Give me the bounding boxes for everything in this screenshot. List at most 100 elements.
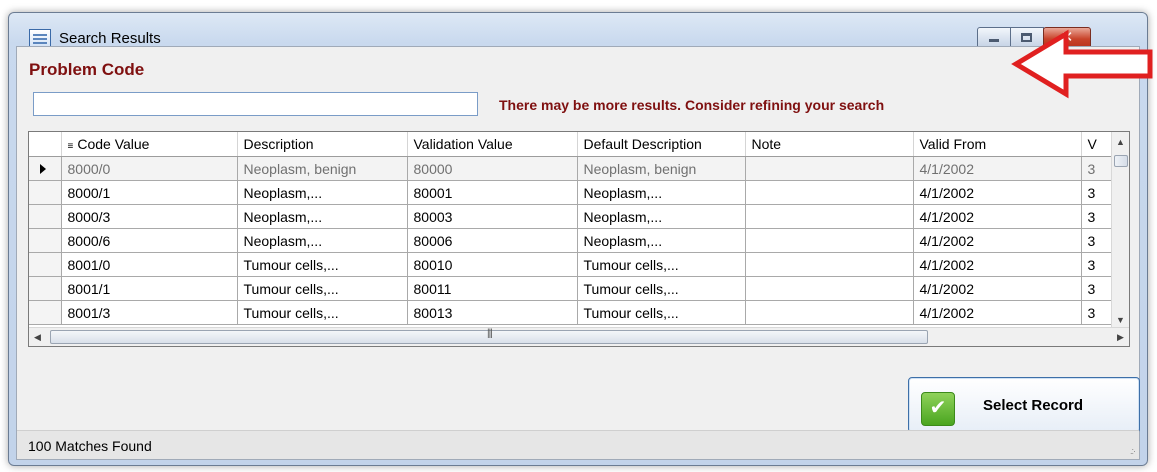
table-cell[interactable]: 8000/6 (61, 228, 238, 253)
more-results-warning: There may be more results. Consider refi… (499, 97, 885, 113)
checkmark-icon: ✔ (921, 392, 955, 426)
row-header[interactable] (29, 228, 62, 253)
table-cell[interactable]: Tumour cells,... (577, 300, 746, 325)
table-cell[interactable]: 4/1/2002 (913, 300, 1082, 325)
page-title: Problem Code (29, 60, 145, 79)
scroll-left-icon[interactable]: ◀ (29, 328, 46, 346)
table-cell[interactable]: 4/1/2002 (913, 204, 1082, 229)
table-cell[interactable]: Neoplasm,... (237, 180, 408, 205)
table-cell[interactable] (745, 180, 914, 205)
grid-body: 8000/0 Neoplasm, benign 80000 Neoplasm, ben… (29, 156, 1112, 325)
row-header[interactable] (29, 180, 62, 205)
table-cell[interactable]: 4/1/2002 (913, 252, 1082, 277)
scroll-up-icon[interactable]: ▲ (1112, 134, 1129, 151)
row-header[interactable] (29, 276, 62, 301)
table-cell[interactable]: Neoplasm, benign (577, 156, 746, 181)
vertical-scroll-thumb[interactable] (1114, 155, 1128, 167)
table-cell[interactable]: 4/1/2002 (913, 180, 1082, 205)
table-cell[interactable] (745, 276, 914, 301)
table-cell[interactable]: 80000 (407, 156, 578, 181)
table-cell[interactable]: 8000/0 (61, 156, 238, 181)
table-cell[interactable]: 8001/1 (61, 276, 238, 301)
table-cell[interactable] (745, 204, 914, 229)
table-cell[interactable] (745, 228, 914, 253)
column-header-description[interactable]: Description (237, 132, 408, 157)
table-row[interactable]: 8001/1 Tumour cells,... 80011 Tumour cells,… (29, 276, 1112, 301)
table-cell[interactable] (745, 252, 914, 277)
row-header-corner (29, 132, 62, 157)
row-header[interactable] (29, 204, 62, 229)
table-cell[interactable]: Neoplasm,... (237, 204, 408, 229)
dialog-body: Problem Code There may be more results. … (16, 46, 1140, 460)
current-row-pointer-icon (40, 164, 46, 174)
row-header[interactable] (29, 252, 62, 277)
scroll-right-icon[interactable]: ▶ (1112, 328, 1129, 346)
table-cell[interactable]: 8000/1 (61, 180, 238, 205)
table-cell[interactable] (745, 156, 914, 181)
column-header-code-value[interactable]: ≡ Code Value (61, 132, 238, 157)
results-grid[interactable]: ≡ Code Value Description Validation Value… (28, 131, 1130, 347)
table-cell[interactable]: 80010 (407, 252, 578, 277)
table-cell[interactable]: 3 (1081, 300, 1112, 325)
table-row[interactable]: 8001/3 Tumour cells,... 80013 Tumour cells,… (29, 300, 1112, 325)
table-cell[interactable]: 4/1/2002 (913, 276, 1082, 301)
resize-grip-icon[interactable]: .:· (1130, 446, 1136, 456)
search-input[interactable] (33, 92, 478, 116)
column-header-note[interactable]: Note (745, 132, 914, 157)
table-cell[interactable]: Neoplasm,... (577, 228, 746, 253)
annotation-arrow-icon (1011, 29, 1153, 99)
title-bar[interactable]: Search Results ✕ (9, 13, 1147, 49)
column-header-valid-from[interactable]: Valid From (913, 132, 1082, 157)
table-cell[interactable]: 8001/3 (61, 300, 238, 325)
column-header-validation-value[interactable]: Validation Value (407, 132, 578, 157)
horizontal-scroll-thumb[interactable]: ||| (50, 328, 928, 344)
select-record-button[interactable]: ✔ Select Record (908, 377, 1140, 433)
select-record-label: Select Record (983, 397, 1084, 414)
vertical-scrollbar[interactable]: ▲ ▼ (1111, 132, 1129, 329)
table-cell[interactable]: 4/1/2002 (913, 156, 1082, 181)
table-row[interactable]: 8000/3 Neoplasm,... 80003 Neoplasm,... 4/1/2… (29, 204, 1112, 229)
table-cell[interactable]: 8000/3 (61, 204, 238, 229)
table-cell[interactable]: 80003 (407, 204, 578, 229)
table-cell[interactable]: 3 (1081, 204, 1112, 229)
row-header[interactable] (29, 300, 62, 325)
table-cell[interactable]: 80011 (407, 276, 578, 301)
table-cell[interactable]: 3 (1081, 228, 1112, 253)
table-cell[interactable]: Tumour cells,... (237, 300, 408, 325)
table-cell[interactable]: 3 (1081, 252, 1112, 277)
table-cell[interactable]: 3 (1081, 276, 1112, 301)
window-title: Search Results (59, 30, 161, 47)
scroll-grip-icon: ||| (487, 328, 493, 339)
table-cell[interactable]: Tumour cells,... (237, 252, 408, 277)
grid-header-row: ≡ Code Value Description Validation Value… (29, 132, 1112, 157)
table-cell[interactable]: Neoplasm,... (577, 180, 746, 205)
table-cell[interactable]: 3 (1081, 156, 1112, 181)
table-cell[interactable] (745, 300, 914, 325)
table-cell[interactable]: 80001 (407, 180, 578, 205)
table-cell[interactable]: 80006 (407, 228, 578, 253)
table-cell[interactable]: Neoplasm,... (577, 204, 746, 229)
table-cell[interactable]: Neoplasm, benign (237, 156, 408, 181)
search-results-window: Search Results ✕ Problem Code There may … (8, 12, 1148, 466)
table-row[interactable]: 8000/0 Neoplasm, benign 80000 Neoplasm, ben… (29, 156, 1112, 181)
table-cell[interactable]: 80013 (407, 300, 578, 325)
table-cell[interactable]: 4/1/2002 (913, 228, 1082, 253)
column-header-default-description[interactable]: Default Description (577, 132, 746, 157)
table-row[interactable]: 8000/1 Neoplasm,... 80001 Neoplasm,... 4/1/2… (29, 180, 1112, 205)
table-cell[interactable]: Tumour cells,... (577, 276, 746, 301)
row-header[interactable] (29, 156, 62, 181)
table-row[interactable]: 8000/6 Neoplasm,... 80006 Neoplasm,... 4/1/2… (29, 228, 1112, 253)
column-drag-icon: ≡ (67, 141, 74, 152)
status-matches-count: 100 Matches Found (28, 438, 152, 454)
table-row[interactable]: 8001/0 Tumour cells,... 80010 Tumour cells,… (29, 252, 1112, 277)
minimize-icon (989, 39, 999, 42)
table-cell[interactable]: 3 (1081, 180, 1112, 205)
results-table: ≡ Code Value Description Validation Value… (29, 132, 1112, 325)
table-cell[interactable]: Tumour cells,... (577, 252, 746, 277)
horizontal-scrollbar[interactable]: ◀ ||| ▶ (29, 327, 1129, 346)
column-header-truncated[interactable]: V (1081, 132, 1112, 157)
table-cell[interactable]: Neoplasm,... (237, 228, 408, 253)
status-bar: 100 Matches Found .:· (17, 430, 1139, 459)
table-cell[interactable]: Tumour cells,... (237, 276, 408, 301)
table-cell[interactable]: 8001/0 (61, 252, 238, 277)
